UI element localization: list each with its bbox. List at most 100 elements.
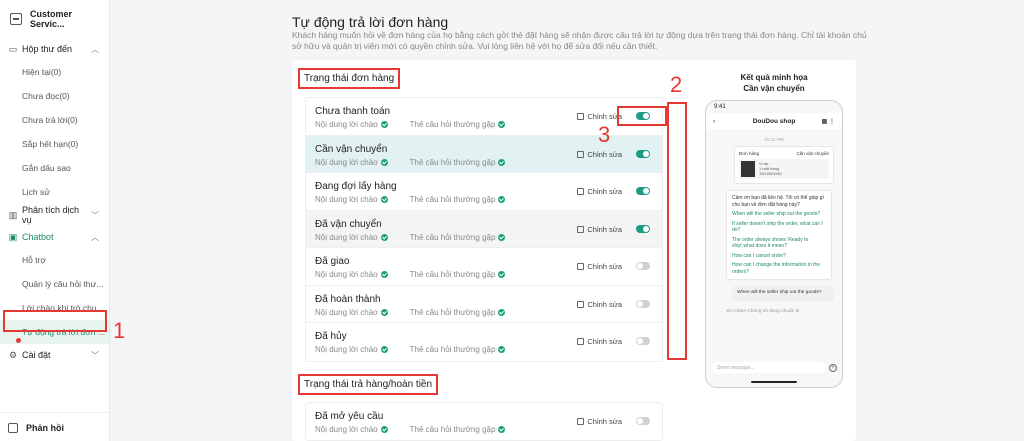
faq-question: The order always shows 'Ready to ship',w… bbox=[732, 236, 809, 250]
status-row: Đã vận chuyển Nội dung lời chào Thẻ câu hỏ… bbox=[306, 210, 662, 248]
bot-partial-message: Xin chào! Chúng tôi đang chuẩn bị bbox=[726, 308, 800, 314]
check-icon bbox=[498, 308, 506, 316]
edit-label: Chỉnh sửa bbox=[587, 299, 622, 309]
nav-group-analytics[interactable]: ▥ Phân tích dịch vụ ﹀ bbox=[0, 204, 109, 226]
edit-icon bbox=[577, 225, 585, 233]
edit-button[interactable]: Chỉnh sửa bbox=[577, 300, 622, 309]
status-toggle[interactable] bbox=[636, 299, 650, 308]
status-title: Chưa thanh toán bbox=[315, 106, 391, 117]
edit-label: Chỉnh sửa bbox=[587, 337, 622, 346]
edit-icon bbox=[577, 263, 585, 270]
annotation-box-2 bbox=[667, 102, 687, 360]
preview-title: Kết quả minh họa Cần vận chuyển bbox=[705, 72, 843, 94]
edit-icon bbox=[577, 300, 585, 308]
sidebar-item-unread[interactable]: Chưa đọc(0) bbox=[0, 84, 109, 108]
status-toggle[interactable] bbox=[636, 224, 650, 233]
check-icon bbox=[380, 158, 388, 166]
chevron-down-icon: ﹀ bbox=[91, 210, 100, 220]
sidebar-item-expiring[interactable]: Sắp hết hạn(0) bbox=[0, 132, 109, 156]
annotation-box-1 bbox=[3, 310, 107, 332]
greeting-label: Nội dung lời chào bbox=[315, 425, 378, 434]
plus-icon: + bbox=[829, 364, 837, 372]
greeting-label: Nội dung lời chào bbox=[315, 120, 378, 129]
nav-group-inbox[interactable]: ▭ Hộp thư đến ︿ bbox=[0, 38, 109, 60]
faq-label: Thẻ câu hỏi thường gặp bbox=[409, 120, 496, 129]
sidebar-item-support[interactable]: Hỗ trợ bbox=[0, 248, 109, 272]
phone-header: ‹ DouDou shop ▦ ⋮ bbox=[706, 113, 842, 129]
status-toggle[interactable] bbox=[636, 337, 650, 345]
status-title: Cần vận chuyển bbox=[315, 143, 388, 155]
status-toggle[interactable] bbox=[636, 262, 650, 270]
nav-group-label: Phân tích dịch vụ bbox=[22, 205, 80, 225]
check-icon bbox=[498, 158, 506, 166]
edit-icon bbox=[577, 150, 585, 158]
status-subtitle: Nội dung lời chào Thẻ câu hỏi thường gặp bbox=[315, 345, 506, 354]
edit-button[interactable]: Chỉnh sửa bbox=[577, 225, 622, 234]
check-icon bbox=[380, 196, 388, 203]
edit-button[interactable]: Chỉnh sửa bbox=[577, 337, 622, 346]
status-subtitle: Nội dung lời chào Thẻ câu hỏi thường gặp bbox=[315, 195, 506, 204]
status-subtitle: Nội dung lời chào Thẻ câu hỏi thường gặp bbox=[315, 158, 506, 167]
edit-icon bbox=[577, 188, 585, 195]
edit-icon bbox=[577, 418, 585, 425]
feedback-icon bbox=[8, 423, 18, 433]
edit-button[interactable]: Chỉnh sửa bbox=[577, 417, 622, 426]
order-price: 100.000VND bbox=[759, 171, 782, 176]
preview-title-2: Cần vận chuyển bbox=[743, 84, 805, 93]
inbox-icon: ▭ bbox=[8, 44, 18, 54]
home-indicator bbox=[751, 381, 797, 383]
edit-button[interactable]: Chỉnh sửa bbox=[577, 112, 622, 121]
status-subtitle: Nội dung lời chào Thẻ câu hỏi thường gặp bbox=[315, 307, 506, 317]
sidebar-item-current[interactable]: Hiện tại(0) bbox=[0, 60, 109, 84]
annotation-box-3 bbox=[617, 106, 667, 126]
brand-label: Customer Servic... bbox=[30, 9, 73, 29]
check-icon bbox=[498, 196, 506, 203]
return-status-list: Đã mở yêu cầu Nội dung lời chào Thẻ câu hỏ… bbox=[305, 402, 663, 441]
edit-label: Chỉnh sửa bbox=[587, 262, 622, 271]
faq-question: How can I change the information in the … bbox=[732, 262, 821, 275]
status-title: Đã mở yêu cầu bbox=[315, 411, 384, 422]
status-title: Đã vận chuyển bbox=[315, 218, 382, 230]
nav-group-label: Cài đặt bbox=[22, 350, 51, 360]
faq-label: Thẻ câu hỏi thường gặp bbox=[409, 232, 496, 242]
check-icon bbox=[498, 233, 506, 241]
edit-button[interactable]: Chỉnh sửa bbox=[577, 150, 622, 159]
analytics-icon: ▥ bbox=[8, 210, 18, 220]
brand[interactable]: Customer Servic... bbox=[0, 0, 109, 38]
check-icon bbox=[380, 308, 388, 316]
greeting-label: Nội dung lời chào bbox=[315, 307, 378, 317]
status-subtitle: Nội dung lời chào Thẻ câu hỏi thường gặp bbox=[315, 232, 506, 242]
edit-label: Chỉnh sửa bbox=[587, 417, 622, 426]
check-icon bbox=[380, 121, 388, 128]
user-message: When will the seller ship out the goods? bbox=[732, 286, 834, 301]
greeting-text: Cảm ơn bạn đã liên hệ. Tôi có thể giúp g… bbox=[732, 195, 824, 208]
status-toggle[interactable] bbox=[636, 417, 650, 425]
check-icon bbox=[498, 346, 506, 353]
chevron-up-icon: ︿ bbox=[91, 44, 99, 54]
sidebar-item-faq-manage[interactable]: Quản lý câu hỏi thư... bbox=[0, 272, 109, 296]
sidebar-item-starred[interactable]: Gắn dấu sao bbox=[0, 156, 109, 180]
status-subtitle: Nội dung lời chào Thẻ câu hỏi thường gặp bbox=[315, 120, 506, 129]
status-row: Đã hoàn thành Nội dung lời chào Thẻ câu hỏ… bbox=[306, 286, 662, 323]
greeting-label: Nội dung lời chào bbox=[315, 195, 378, 204]
phone-preview: 9:41 ‹ DouDou shop ▦ ⋮ 10:31 PM Đơn hàng… bbox=[705, 100, 843, 388]
faq-label: Thẻ câu hỏi thường gặp bbox=[409, 307, 496, 317]
bot-message: Cảm ơn bạn đã liên hệ. Tôi có thể giúp g… bbox=[726, 190, 832, 280]
sidebar-item-history[interactable]: Lịch sử bbox=[0, 180, 109, 204]
nav-group-settings[interactable]: ⚙ Cài đặt ﹀ bbox=[0, 344, 109, 366]
edit-button[interactable]: Chỉnh sửa bbox=[577, 187, 622, 196]
status-row: Đã mở yêu cầu Nội dung lời chào Thẻ câu hỏ… bbox=[306, 403, 662, 441]
status-toggle[interactable] bbox=[636, 187, 650, 195]
chevron-up-icon: ︿ bbox=[91, 232, 99, 242]
faq-label: Thẻ câu hỏi thường gặp bbox=[409, 270, 496, 279]
feedback-label: Phản hồi bbox=[26, 423, 64, 433]
status-toggle[interactable] bbox=[636, 149, 650, 158]
edit-icon bbox=[577, 113, 585, 120]
nav-group-chatbot[interactable]: ▣ Chatbot ︿ bbox=[0, 226, 109, 248]
feedback-button[interactable]: Phản hồi bbox=[8, 423, 64, 433]
sidebar-item-unanswered[interactable]: Chưa trả lời(0) bbox=[0, 108, 109, 132]
edit-label: Chỉnh sửa bbox=[587, 149, 622, 159]
edit-button[interactable]: Chỉnh sửa bbox=[577, 262, 622, 271]
section-title-return-status: Trạng thái trả hàng/hoàn tiền bbox=[298, 374, 439, 395]
status-title: Đã hoàn thành bbox=[315, 293, 381, 305]
